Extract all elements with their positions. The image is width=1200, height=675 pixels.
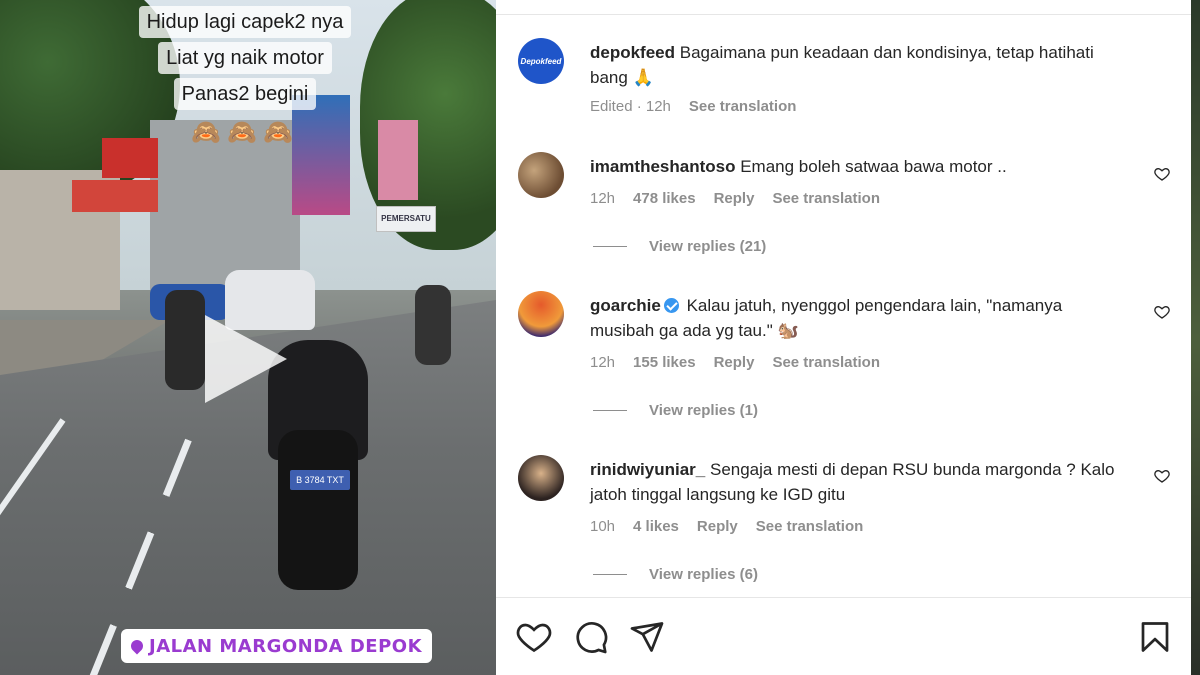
comment-meta: Edited · 12h See translation bbox=[590, 98, 796, 115]
location-sticker[interactable]: JALAN MARGONDA DEPOK bbox=[121, 629, 433, 663]
comment-meta: 12h 155 likes Reply See translation bbox=[590, 354, 880, 371]
billboard bbox=[378, 120, 418, 200]
likes-count[interactable]: 155 likes bbox=[633, 354, 696, 371]
video-player[interactable]: PEMERSATU B 3784 TXT Hidup lagi capek2 n… bbox=[0, 0, 496, 675]
username-link[interactable]: rinidwiyuniar_ bbox=[590, 460, 705, 479]
action-bar bbox=[496, 597, 1191, 675]
motorcycle bbox=[415, 285, 451, 365]
heart-icon[interactable] bbox=[516, 619, 552, 655]
license-plate: B 3784 TXT bbox=[290, 470, 350, 490]
username-link[interactable]: imamtheshantoso bbox=[590, 157, 735, 176]
reply-link[interactable]: Reply bbox=[714, 354, 755, 371]
reply-link[interactable]: Reply bbox=[697, 518, 738, 535]
divider bbox=[593, 574, 627, 575]
caption-text: depokfeed Bagaimana pun keadaan dan kond… bbox=[590, 40, 1130, 90]
shop-sign bbox=[72, 180, 158, 212]
timestamp: 12h bbox=[590, 190, 616, 207]
view-replies-label: View replies (6) bbox=[649, 566, 758, 583]
likes-count[interactable]: 478 likes bbox=[633, 190, 696, 207]
view-replies-button[interactable]: View replies (1) bbox=[593, 402, 758, 419]
comment-text: rinidwiyuniar_ Sengaja mesti di depan RS… bbox=[590, 457, 1130, 507]
see-translation-link[interactable]: See translation bbox=[772, 354, 880, 371]
street-sign: PEMERSATU bbox=[376, 206, 436, 232]
share-icon[interactable] bbox=[629, 619, 665, 655]
bookmark-icon[interactable] bbox=[1137, 619, 1173, 655]
like-heart-icon[interactable] bbox=[1154, 166, 1170, 182]
divider bbox=[496, 14, 1191, 15]
view-replies-button[interactable]: View replies (21) bbox=[593, 238, 766, 255]
caption-line: Panas2 begini bbox=[173, 78, 317, 110]
comments-panel: Depokfeed depokfeed Bagaimana pun keadaa… bbox=[496, 0, 1191, 675]
verified-badge-icon bbox=[663, 298, 679, 313]
view-replies-button[interactable]: View replies (6) bbox=[593, 566, 758, 583]
likes-count[interactable]: 4 likes bbox=[633, 518, 679, 535]
timestamp: 10h bbox=[590, 518, 616, 535]
timestamp: 12h bbox=[590, 354, 616, 371]
location-pin-icon bbox=[128, 637, 146, 655]
avatar-text: Depokfeed bbox=[520, 56, 562, 66]
motorcycle bbox=[165, 290, 205, 390]
see-translation-link[interactable]: See translation bbox=[689, 98, 797, 115]
background-edge bbox=[1191, 0, 1200, 675]
username-link[interactable]: depokfeed bbox=[590, 43, 675, 62]
see-translation-link[interactable]: See translation bbox=[756, 518, 864, 535]
like-heart-icon[interactable] bbox=[1154, 304, 1170, 320]
play-icon[interactable] bbox=[205, 315, 287, 403]
timestamp: Edited · 12h bbox=[590, 98, 671, 115]
divider bbox=[593, 410, 627, 411]
comment-text: imamtheshantoso Emang boleh satwaa bawa … bbox=[590, 154, 1130, 179]
motorcycle bbox=[278, 430, 358, 590]
monkey-emoji: 🙈🙈🙈 bbox=[191, 119, 299, 146]
view-replies-label: View replies (1) bbox=[649, 402, 758, 419]
avatar[interactable] bbox=[518, 152, 564, 198]
comment-meta: 12h 478 likes Reply See translation bbox=[590, 190, 880, 207]
avatar[interactable]: Depokfeed bbox=[518, 38, 564, 84]
avatar[interactable] bbox=[518, 455, 564, 501]
caption-line: Liat yg naik motor bbox=[158, 42, 332, 74]
comment-body: Emang boleh satwaa bawa motor .. bbox=[740, 157, 1007, 176]
street-sign-text: PEMERSATU bbox=[381, 214, 431, 223]
comment-text: goarchie Kalau jatuh, nyenggol pengendar… bbox=[590, 293, 1130, 343]
location-label: JALAN MARGONDA DEPOK bbox=[149, 635, 423, 657]
like-heart-icon[interactable] bbox=[1154, 468, 1170, 484]
divider bbox=[593, 246, 627, 247]
view-replies-label: View replies (21) bbox=[649, 238, 767, 255]
reply-link[interactable]: Reply bbox=[714, 190, 755, 207]
comment-meta: 10h 4 likes Reply See translation bbox=[590, 518, 863, 535]
video-caption: Hidup lagi capek2 nya Liat yg naik motor… bbox=[125, 4, 365, 147]
see-translation-link[interactable]: See translation bbox=[772, 190, 880, 207]
username-link[interactable]: goarchie bbox=[590, 296, 661, 315]
caption-line: Hidup lagi capek2 nya bbox=[138, 6, 352, 38]
comment-icon[interactable] bbox=[573, 619, 609, 655]
avatar[interactable] bbox=[518, 291, 564, 337]
